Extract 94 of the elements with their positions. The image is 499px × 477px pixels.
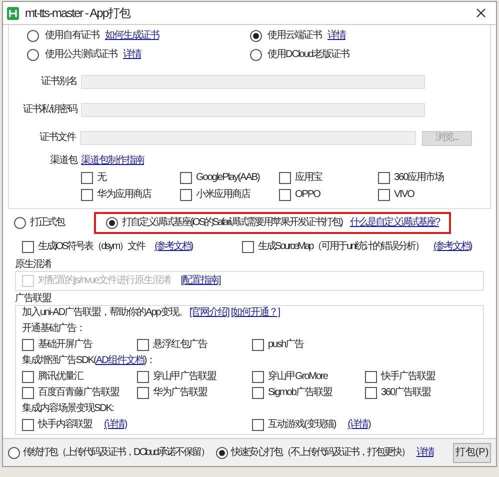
checkbox[interactable] [22, 241, 34, 253]
label: VIVO [394, 189, 414, 201]
build-button[interactable]: 打包(P) [453, 442, 491, 462]
label: 悬浮红包广告 [153, 339, 207, 351]
close-icon[interactable] [476, 8, 486, 18]
checkbox[interactable] [22, 339, 34, 351]
checkbox[interactable] [137, 387, 149, 399]
label: 穿山甲广告联盟 [153, 371, 216, 383]
label: GooglePlay(AAB) [196, 172, 260, 184]
checkbox[interactable] [22, 371, 34, 383]
checkbox[interactable] [252, 387, 264, 399]
checkbox[interactable] [279, 189, 291, 201]
radio-button[interactable] [106, 217, 118, 229]
label: 穿山甲GroMore [268, 371, 328, 383]
checkbox[interactable] [137, 371, 149, 383]
checkbox[interactable] [180, 172, 192, 184]
checkbox[interactable] [242, 241, 254, 253]
label: 使用公共测试证书 [45, 49, 117, 61]
checkbox[interactable] [365, 371, 377, 383]
checkbox[interactable] [22, 387, 34, 399]
label: 证书私钥密码 [22, 104, 77, 116]
label: 打正式包 [30, 217, 64, 229]
label: 无 [97, 172, 106, 184]
section-heading: 集成增强广告SDK( [22, 355, 96, 367]
radio-button[interactable] [27, 30, 39, 42]
link[interactable]: (参考文档) [433, 241, 472, 252]
checkbox[interactable] [279, 172, 291, 184]
checkbox[interactable] [137, 339, 149, 351]
link[interactable]: AD组件文档 [96, 355, 144, 367]
label: 快手内容联盟 [38, 419, 92, 431]
label: push广告 [268, 339, 304, 351]
link[interactable]: 详情 [416, 446, 434, 458]
link[interactable]: [如何开通？] [230, 307, 280, 319]
link[interactable]: 详情 [123, 49, 141, 61]
label: 360应用市场 [394, 172, 444, 184]
link[interactable]: (详情) [104, 419, 127, 430]
label: 快手广告联盟 [381, 371, 435, 383]
label: 证书别名 [40, 76, 77, 88]
checkbox[interactable] [81, 172, 93, 184]
section-heading: )： [144, 355, 156, 367]
link[interactable]: (详情) [348, 419, 370, 430]
radio-button[interactable] [216, 446, 228, 458]
link[interactable]: 什么是自定义调试基座? [350, 217, 440, 228]
checkbox[interactable] [180, 189, 192, 201]
label: 华为应用商店 [97, 189, 151, 201]
checkbox[interactable] [22, 419, 34, 431]
label: 对配置的js/nvue文件进行原生混淆 [38, 275, 171, 287]
label: 腾讯优量汇 [38, 371, 83, 383]
link[interactable]: [官网介绍] [189, 307, 229, 319]
label: 打自定义调试基座(iOS的Safari调试需要用苹果开发证书打包) [122, 217, 342, 229]
radio-button[interactable] [250, 30, 262, 42]
window-title: mt-tts-master - App打包 [25, 7, 130, 19]
link[interactable]: 如何生成证书 [105, 30, 159, 42]
label: 生成iOS符号表（dsym）文件 [38, 241, 145, 253]
checkbox[interactable] [378, 189, 390, 201]
input-field[interactable] [81, 103, 425, 117]
label: 百度百青藤广告联盟 [38, 387, 119, 399]
label: 使用自有证书 [45, 30, 99, 42]
radio-button[interactable] [14, 217, 26, 229]
link[interactable]: 详情 [328, 30, 346, 42]
app-logo-icon [7, 6, 19, 20]
checkbox[interactable] [365, 387, 377, 399]
link[interactable]: (参考文档) [154, 241, 192, 252]
label: 快速安心打包（不上传代码及证书，打包更快） [230, 446, 410, 458]
label: 华为广告联盟 [153, 387, 207, 399]
group-title: 原生混淆 [15, 259, 51, 270]
checkbox[interactable] [252, 339, 264, 351]
label: Sigmob广告联盟 [268, 387, 332, 399]
section-heading: 集成内容场景变现SDK: [22, 403, 114, 415]
label: OPPO [295, 189, 320, 201]
label: 证书文件 [38, 132, 76, 144]
checkbox[interactable] [81, 189, 93, 201]
label: 渠道包 [49, 155, 77, 167]
radio-button[interactable] [27, 49, 39, 61]
label: 基础开屏广告 [38, 339, 92, 351]
input-field[interactable] [80, 131, 416, 145]
label: 生成SourceMap（可用于uni统计的错误分析） [258, 241, 424, 253]
input-field[interactable] [81, 75, 425, 89]
checkbox[interactable] [378, 172, 390, 184]
label: 使用云端证书 [268, 30, 322, 42]
label: 应用宝 [295, 172, 322, 184]
radio-button[interactable] [250, 49, 262, 61]
checkbox[interactable] [252, 371, 264, 383]
label: 使用DCloud老版证书 [268, 49, 349, 61]
label: 小米应用商店 [196, 189, 250, 201]
checkbox[interactable] [252, 419, 264, 431]
radio-button[interactable] [8, 446, 20, 458]
label: 传统打包（上传代码及证书，DCloud承诺不保留） [23, 446, 209, 458]
label: 互动游戏(变现猫) [268, 419, 336, 431]
label: 加入uni-AD广告联盟，帮助你的App变现。 [22, 307, 188, 319]
group-title: 广告联盟 [15, 293, 51, 304]
label: 360广告联盟 [381, 387, 431, 399]
link[interactable]: 渠道包制作指南 [81, 155, 144, 167]
section-heading: 开通基础广告： [22, 323, 85, 335]
